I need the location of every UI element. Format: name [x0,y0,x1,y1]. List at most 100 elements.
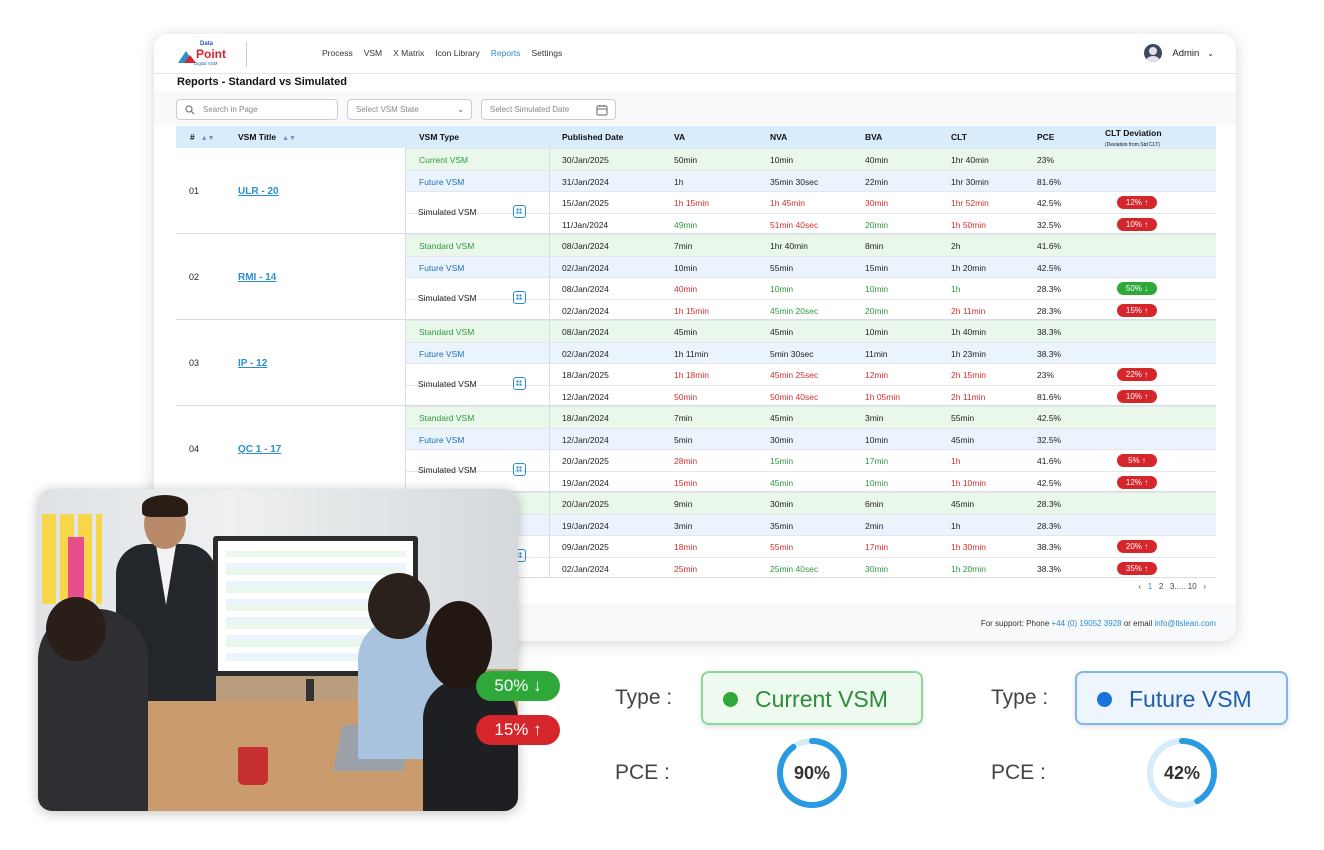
cell-nva: 55min [770,262,794,273]
vsm-title-link[interactable]: ULR - 20 [238,186,279,197]
cell-date: 08/Jan/2024 [562,284,609,294]
cell-va: 1h 15min [674,305,709,316]
table-row[interactable]: Standard VSM 08/Jan/2024 45min 45min 10min 1h… [406,320,1216,342]
table-row[interactable]: Future VSM 12/Jan/2024 5min 30min 10min 45min… [406,427,1216,449]
simulation-grid-icon[interactable] [513,205,526,218]
col-vsm-title[interactable]: VSM Title ▲▼ [238,132,296,142]
nav-reports[interactable]: Reports [491,48,521,58]
avatar[interactable] [1144,44,1163,62]
table-row[interactable]: 02/Jan/2024 1h 15min 45min 20sec 20min 2h 11… [406,298,1216,321]
cell-date: 15/Jan/2025 [562,198,609,208]
col-index[interactable]: # ▲▼ [190,132,215,142]
cell-pce: 42.5% [1037,198,1062,208]
admin-menu[interactable]: Admin ⌄ [1144,44,1214,62]
col-published-date: Published Date [562,132,624,142]
row-index: 02 [189,272,200,282]
meeting-photo [38,489,518,811]
support-email-link[interactable]: info@ltslean.com [1155,619,1216,628]
search-input[interactable]: Search in Page [176,99,338,120]
table-row[interactable]: 18/Jan/2025 1h 18min 45min 25sec 12min 2h 15… [406,363,1216,385]
cell-va: 5min [674,434,693,445]
vsm-title-link[interactable]: IP - 12 [238,358,267,369]
table-row[interactable]: Standard VSM 08/Jan/2024 7min 1hr 40min 8min… [406,234,1216,256]
cell-clt: 45min [951,499,975,509]
cell-va: 7min [674,413,693,423]
clt-deviation-badge: 35% ↑ [1117,561,1157,575]
cell-nva: 35min [770,520,794,531]
table-row[interactable]: 02/Jan/2024 25min 25min 40sec 30min 1h 20min… [406,556,1216,579]
cell-date: 12/Jan/2024 [562,391,609,402]
main-nav: Process VSM X Matrix Icon Library Reports Set… [322,48,573,58]
simulated-vsm-label: Simulated VSM [418,207,477,217]
cell-nva: 35min 30sec [770,176,819,187]
cell-pce: 41.6% [1037,456,1062,466]
nav-settings[interactable]: Settings [532,48,563,58]
cell-va: 10min [674,262,698,273]
table-row[interactable]: 12/Jan/2024 50min 50min 40sec 1h 05min 2h 11… [406,384,1216,407]
vsm-state-select[interactable]: Select VSM State ⌄ [347,99,472,120]
cell-va: 28min [674,456,698,466]
vsm-group: 03 IP - 12 Standard VSM 08/Jan/2024 45min 45m… [176,320,1216,406]
cell-nva: 5min 30sec [770,348,814,359]
admin-name[interactable]: Admin [1172,48,1199,59]
cell-pce: 23% [1037,370,1055,380]
page-1[interactable]: 1 [1148,582,1152,591]
table-row[interactable]: Future VSM 02/Jan/2024 1h 11min 5min 30sec 1… [406,341,1216,363]
vsm-title-link[interactable]: RMI - 14 [238,272,276,283]
chevron-down-icon[interactable]: ⌄ [1207,49,1214,58]
vsm-type: Standard VSM [419,241,475,251]
vsm-type: Future VSM [419,176,465,187]
deviation-up-badge: 15% ↑ [476,715,560,745]
vsm-type: Future VSM [419,434,465,445]
support-phone-link[interactable]: +44 (0) 19052 3928 [1052,619,1122,628]
datapoint-logo[interactable]: Data Point Digital VSM [176,41,236,69]
cell-clt: 55min [951,413,975,423]
cell-nva: 1hr 40min [770,241,808,251]
table-row[interactable]: 11/Jan/2024 49min 51min 40sec 20min 1h 50min… [406,212,1216,235]
table-row[interactable]: 08/Jan/2024 40min 10min 10min 1h 28.3% 50% ↓ [406,277,1216,299]
table-row[interactable]: Standard VSM 18/Jan/2024 7min 45min 3min 55mi… [406,406,1216,428]
cell-clt: 1h [951,284,961,294]
clt-deviation-badge: 15% ↑ [1117,303,1157,317]
cell-va: 1h 18min [674,370,709,380]
cell-clt: 2h 11min [951,391,986,402]
nav-process[interactable]: Process [322,48,353,58]
pce-label-2: PCE : [991,761,1046,784]
cell-date: 02/Jan/2024 [562,563,609,574]
table-row[interactable]: 19/Jan/2024 15min 45min 10min 1h 10min 42.5% 1… [406,470,1216,493]
table-row[interactable]: 09/Jan/2025 18min 55min 17min 1h 30min 38.3% 2… [406,535,1216,557]
cell-clt: 1h [951,520,961,531]
vsm-title-link[interactable]: QC 1 - 17 [238,444,281,455]
search-icon [185,105,195,115]
table-row[interactable]: Current VSM 30/Jan/2025 50min 10min 40min 1hr… [406,148,1216,170]
page-10[interactable]: 10 [1188,582,1197,591]
simulation-grid-icon[interactable] [513,291,526,304]
cell-nva: 50min 40sec [770,391,819,402]
clt-deviation-badge: 20% ↑ [1117,540,1157,553]
table-row[interactable]: Future VSM 02/Jan/2024 10min 55min 15min 1h 2… [406,255,1216,277]
page-2[interactable]: 2 [1159,582,1163,591]
nav-icon-library[interactable]: Icon Library [435,48,479,58]
cell-bva: 30min [865,563,889,574]
vsm-group: 02 RMI - 14 Standard VSM 08/Jan/2024 7min 1hr… [176,234,1216,320]
simulated-vsm-label: Simulated VSM [418,379,477,389]
clt-deviation-badge: 12% ↑ [1117,475,1157,489]
table-row[interactable]: 15/Jan/2025 1h 15min 1h 45min 30min 1hr 52mi… [406,191,1216,213]
cell-bva: 10min [865,327,889,337]
simulation-grid-icon[interactable] [513,377,526,390]
table-row[interactable]: 20/Jan/2025 9min 30min 6min 45min 28.3% [406,492,1216,514]
cell-clt: 1hr 40min [951,155,989,165]
cell-date: 09/Jan/2025 [562,542,609,552]
table-row[interactable]: Future VSM 31/Jan/2024 1h 35min 30sec 22min 1… [406,169,1216,191]
simulation-grid-icon[interactable] [513,463,526,476]
table-row[interactable]: 19/Jan/2024 3min 35min 2min 1h 28.3% [406,513,1216,535]
prev-page-button[interactable]: ‹ [1138,582,1141,591]
nav-x-matrix[interactable]: X Matrix [393,48,424,58]
next-page-button[interactable]: › [1203,582,1206,591]
simulated-date-picker[interactable]: Select Simulated Date [481,99,616,120]
cell-pce: 28.3% [1037,284,1062,294]
table-row[interactable]: 20/Jan/2025 28min 15min 17min 1h 41.6% 5% ↑ [406,449,1216,471]
nav-vsm[interactable]: VSM [364,48,382,58]
future-vsm-type-badge: Future VSM [1075,671,1288,725]
cell-bva: 1h 05min [865,391,900,402]
